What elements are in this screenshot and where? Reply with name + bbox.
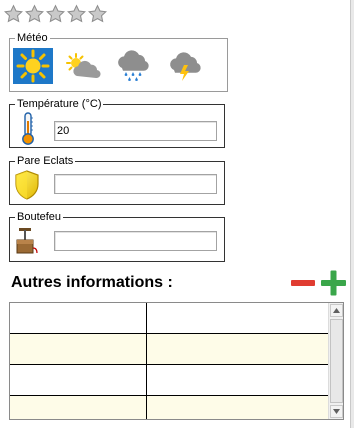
boutefeu-input[interactable]: [54, 231, 217, 251]
table-row[interactable]: [10, 396, 328, 419]
thermometer-icon: [22, 112, 34, 145]
add-row-button[interactable]: [320, 270, 347, 296]
table-cell[interactable]: [147, 303, 328, 333]
star-icon[interactable]: [87, 3, 108, 25]
table-row[interactable]: [10, 334, 328, 365]
table-cell[interactable]: [10, 396, 147, 419]
star-icon[interactable]: [24, 3, 45, 25]
panel-edge: [350, 0, 354, 428]
table-cell[interactable]: [147, 396, 328, 419]
table-cell[interactable]: [147, 334, 328, 364]
weather-storm-button[interactable]: [165, 48, 205, 84]
shield-icon: [15, 170, 39, 200]
storm-icon: [170, 52, 201, 81]
rain-icon: [118, 50, 149, 82]
minus-icon: [291, 280, 315, 286]
weather-sunny-button[interactable]: [13, 48, 53, 84]
pare-eclats-group: Pare Eclats: [9, 154, 225, 205]
vertical-scrollbar[interactable]: [328, 303, 343, 419]
weather-rain-button[interactable]: [113, 48, 153, 84]
meteo-group: Météo: [9, 31, 228, 92]
table-cell[interactable]: [10, 365, 147, 395]
star-icon[interactable]: [66, 3, 87, 25]
scroll-down-button[interactable]: [330, 405, 343, 418]
table-cell[interactable]: [10, 334, 147, 364]
autres-informations-title: Autres informations :: [11, 274, 173, 291]
pare-eclats-input[interactable]: [54, 174, 217, 194]
sunny-icon: [16, 49, 50, 83]
boutefeu-label: Boutefeu: [15, 210, 64, 224]
table-cell[interactable]: [10, 303, 147, 333]
star-icon[interactable]: [45, 3, 66, 25]
autres-informations-grid[interactable]: [9, 302, 344, 420]
arrow-up-icon: [333, 308, 340, 313]
scroll-thumb[interactable]: [330, 319, 343, 403]
table-row[interactable]: [10, 365, 328, 396]
remove-row-button[interactable]: [290, 272, 316, 294]
temperature-group: Température (°C): [9, 97, 225, 148]
boutefeu-group: Boutefeu: [9, 210, 225, 262]
meteo-label: Météo: [15, 31, 50, 45]
detonator-icon: [16, 228, 38, 254]
partly-cloudy-icon: [66, 53, 101, 79]
temperature-input[interactable]: [54, 121, 217, 141]
table-cell[interactable]: [147, 365, 328, 395]
temperature-label: Température (°C): [15, 97, 104, 111]
plus-icon: [321, 270, 346, 296]
pare-eclats-label: Pare Eclats: [15, 154, 76, 168]
scroll-up-button[interactable]: [330, 304, 343, 317]
arrow-down-icon: [333, 409, 340, 414]
table-row[interactable]: [10, 303, 328, 334]
star-icon[interactable]: [3, 3, 24, 25]
weather-partly-cloudy-button[interactable]: [63, 48, 103, 84]
star-rating[interactable]: [3, 3, 108, 25]
